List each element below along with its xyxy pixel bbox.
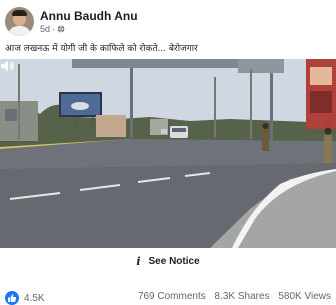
see-notice-button[interactable]: i See Notice	[0, 248, 336, 274]
video-frame	[0, 59, 336, 248]
reaction-count: 4.5K	[24, 292, 45, 304]
shares-count[interactable]: 8.3K Shares	[215, 291, 270, 302]
post-meta: 5d ·	[40, 24, 65, 34]
speaker-icon[interactable]	[0, 59, 14, 73]
post-time[interactable]: 5d	[40, 24, 50, 34]
globe-icon	[57, 25, 65, 33]
author-avatar[interactable]	[5, 7, 34, 36]
engagement-counts: 769 Comments 8.3K Shares 580K Views	[132, 291, 331, 302]
reactions-summary[interactable]: 4.5K	[5, 291, 45, 305]
author-name[interactable]: Annu Baudh Anu	[40, 9, 138, 23]
post-caption: आज लखनऊ में योगी जी के काफिले को रोकते..…	[5, 44, 198, 54]
like-icon	[5, 291, 19, 305]
see-notice-label: See Notice	[148, 255, 200, 267]
post-header: Annu Baudh Anu 5d ·	[0, 0, 336, 40]
post-stats: 4.5K 769 Comments 8.3K Shares 580K Views	[0, 288, 336, 305]
comments-count[interactable]: 769 Comments	[138, 291, 206, 302]
video-player[interactable]	[0, 59, 336, 248]
meta-separator: ·	[52, 24, 56, 34]
info-icon: i	[136, 254, 141, 268]
facebook-post: Annu Baudh Anu 5d · आज लखनऊ में योगी जी …	[0, 0, 336, 305]
views-count: 580K Views	[278, 291, 331, 302]
